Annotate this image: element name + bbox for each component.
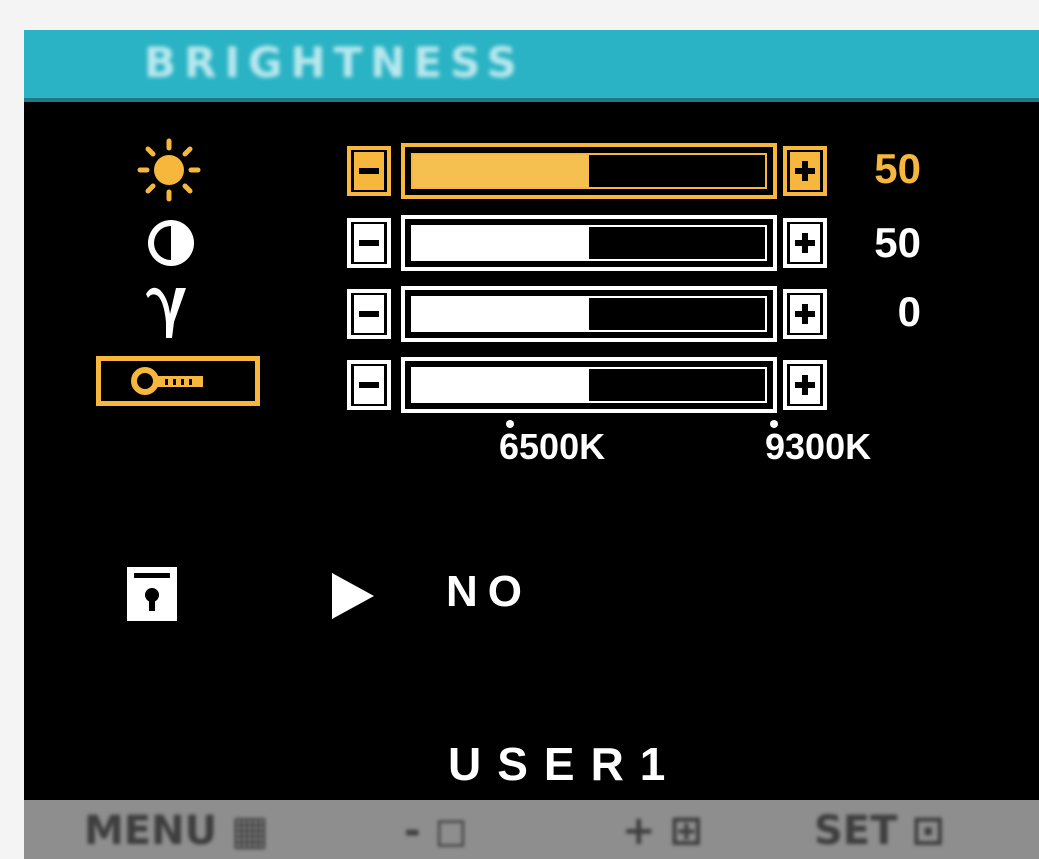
gamma-value: 0 <box>897 288 921 335</box>
minus-button-hint[interactable]: - ◻ <box>404 808 468 854</box>
save-value[interactable]: NO <box>446 567 532 617</box>
plus-icon <box>790 152 820 190</box>
bottom-button-bar: MENU ▦ - ◻ + ⊞ SET ⊡ <box>24 800 1039 859</box>
color-temperature-increase-button[interactable] <box>783 360 827 410</box>
gamma-decrease-button[interactable] <box>347 289 391 339</box>
set-button-hint[interactable]: SET ⊡ <box>814 808 945 854</box>
color-temperature-slider[interactable] <box>347 357 837 413</box>
brightness-value: 50 <box>874 145 921 192</box>
brightness-increase-button[interactable] <box>783 146 827 196</box>
menu-label: MENU <box>84 808 218 854</box>
save-icon[interactable] <box>127 567 177 621</box>
color-temperature-fill <box>413 369 589 401</box>
contrast-icon[interactable] <box>141 215 201 271</box>
play-arrow-icon <box>332 573 374 619</box>
gamma-icon[interactable] <box>142 280 198 342</box>
gamma-slider[interactable] <box>347 286 837 342</box>
temp-high-label: 9300K <box>765 426 872 467</box>
menu-button-hint[interactable]: MENU ▦ <box>84 808 269 854</box>
contrast-value: 50 <box>874 219 921 266</box>
minus-label: - <box>404 808 421 854</box>
osd-title: BRIGHTNESS <box>144 38 525 87</box>
set-label: SET <box>814 808 898 854</box>
gamma-fill <box>413 298 589 330</box>
minus-icon <box>354 152 384 190</box>
color-temperature-decrease-button[interactable] <box>347 360 391 410</box>
color-temperature-track[interactable] <box>401 357 777 413</box>
gamma-increase-button[interactable] <box>783 289 827 339</box>
brightness-decrease-button[interactable] <box>347 146 391 196</box>
plus-button-hint[interactable]: + ⊞ <box>622 808 703 854</box>
osd-window: BRIGHTNESS 50 50 0 6500K 9300K NO USER1 … <box>24 30 1039 859</box>
brightness-fill <box>413 155 589 187</box>
brightness-track[interactable] <box>401 143 777 199</box>
sun-icon[interactable] <box>134 137 204 203</box>
plus-icon <box>790 295 820 333</box>
plus-icon <box>790 224 820 262</box>
contrast-increase-button[interactable] <box>783 218 827 268</box>
gamma-track[interactable] <box>401 286 777 342</box>
contrast-decrease-button[interactable] <box>347 218 391 268</box>
contrast-fill <box>413 227 589 259</box>
mode-label: USER1 <box>448 738 682 790</box>
minus-icon <box>354 295 384 333</box>
color-temperature-key-icon[interactable] <box>96 356 260 406</box>
brightness-slider[interactable] <box>347 143 837 199</box>
plus-label: + <box>622 808 656 854</box>
temp-low-label: 6500K <box>499 426 606 467</box>
contrast-track[interactable] <box>401 215 777 271</box>
minus-icon <box>354 224 384 262</box>
title-bar: BRIGHTNESS <box>24 30 1039 102</box>
contrast-slider[interactable] <box>347 215 837 271</box>
minus-icon <box>354 366 384 404</box>
plus-icon <box>790 366 820 404</box>
